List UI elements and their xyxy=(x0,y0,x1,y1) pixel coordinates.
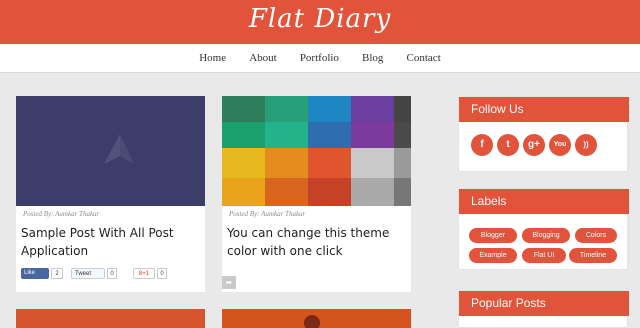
facebook-icon[interactable]: f xyxy=(471,134,493,156)
widget-title: Follow Us xyxy=(459,97,629,122)
share-buttons: Like 2 Tweet 0 8+1 0 xyxy=(21,268,201,280)
post-meta: Posted By: Aumkar Thakur xyxy=(229,210,306,218)
popular-posts-widget: Popular Posts xyxy=(458,290,629,328)
post-card xyxy=(16,309,205,328)
paper-plane-icon xyxy=(104,134,134,164)
youtube-icon[interactable]: You xyxy=(549,134,571,156)
label-tag[interactable]: Flat UI xyxy=(522,248,566,263)
rss-icon[interactable]: )) xyxy=(575,134,597,156)
post-title[interactable]: Sample Post With All Post Application xyxy=(21,224,201,260)
nav-about[interactable]: About xyxy=(249,44,277,73)
tweet-button[interactable]: Tweet xyxy=(71,268,105,279)
main-nav: Home About Portfolio Blog Contact xyxy=(0,44,640,73)
nav-blog[interactable]: Blog xyxy=(362,44,383,73)
label-tag[interactable]: Example xyxy=(469,248,517,263)
twitter-icon[interactable]: t xyxy=(497,134,519,156)
follow-us-widget: Follow Us f t g+ You )) xyxy=(458,96,629,172)
share-arrow-icon[interactable]: ➦ xyxy=(222,276,236,289)
googleplus-icon[interactable]: g+ xyxy=(523,134,545,156)
post-thumbnail xyxy=(222,309,411,328)
gplus-count: 0 xyxy=(157,268,167,279)
post-card xyxy=(222,309,411,328)
nav-home[interactable]: Home xyxy=(199,44,226,73)
post-meta: Posted By: Aumkar Thakur xyxy=(23,210,100,218)
site-logo[interactable]: Flat Diary xyxy=(0,4,640,34)
post-thumbnail[interactable] xyxy=(16,96,205,206)
gplus-button[interactable]: 8+1 xyxy=(133,268,155,279)
like-count: 2 xyxy=(51,268,63,279)
labels-widget: Labels Blogger Blogging Colors Example F… xyxy=(458,188,629,270)
facebook-like-button[interactable]: Like xyxy=(21,268,49,279)
tweet-count: 0 xyxy=(107,268,117,279)
color-swatch-image xyxy=(222,96,411,206)
label-tag[interactable]: Blogger xyxy=(469,228,517,243)
post-title[interactable]: You can change this theme color with one… xyxy=(227,224,407,260)
label-tag[interactable]: Timeline xyxy=(569,248,617,263)
post-thumbnail[interactable] xyxy=(222,96,411,206)
nav-contact[interactable]: Contact xyxy=(407,44,441,73)
widget-title: Popular Posts xyxy=(459,291,629,316)
post-card: Posted By: Aumkar Thakur You can change … xyxy=(222,96,411,292)
widget-title: Labels xyxy=(459,189,629,214)
label-tag[interactable]: Colors xyxy=(575,228,617,243)
nav-portfolio[interactable]: Portfolio xyxy=(300,44,339,73)
post-card: Posted By: Aumkar Thakur Sample Post Wit… xyxy=(16,96,205,292)
site-header: Flat Diary xyxy=(0,0,640,44)
label-tag[interactable]: Blogging xyxy=(522,228,570,243)
